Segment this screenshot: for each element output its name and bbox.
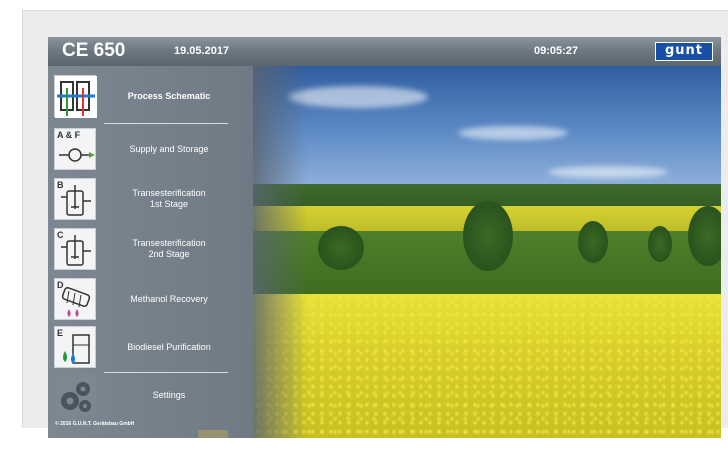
- copyright-text: © 2016 G.U.N.T. Gerätebau GmbH: [55, 421, 135, 427]
- menu-item-methanol-recovery[interactable]: D Methanol Recovery: [48, 276, 238, 322]
- menu-label: Supply and Storage: [129, 143, 209, 154]
- methanol-recovery-icon: D: [54, 278, 96, 320]
- transesterification-2-icon: C: [54, 228, 96, 270]
- navigation-sidebar: Process Schematic A & F Supply and Stora…: [48, 66, 253, 438]
- menu-label: Process Schematic: [127, 90, 211, 101]
- menu-label: Settings: [152, 389, 186, 400]
- panel-handle[interactable]: [198, 430, 228, 438]
- gears-icon: [54, 374, 96, 416]
- supply-storage-icon: A & F: [54, 128, 96, 170]
- transesterification-1-icon: B: [54, 178, 96, 220]
- menu-label: Biodiesel Purification: [127, 341, 211, 352]
- main-content: Process Schematic A & F Supply and Stora…: [48, 66, 721, 438]
- process-schematic-icon: [54, 75, 97, 118]
- menu-label: Transesterification 2nd Stage: [132, 238, 206, 259]
- menu-item-settings[interactable]: Settings: [48, 372, 238, 418]
- menu-item-transesterification-2[interactable]: C Transesterification 2nd Stage: [48, 226, 238, 272]
- date-display: 19.05.2017: [174, 45, 230, 57]
- menu-item-transesterification-1[interactable]: B Transesterification 1st Stage: [48, 176, 238, 222]
- time-display: 09:05:27: [534, 45, 579, 57]
- menu-label: Transesterification 1st Stage: [132, 188, 206, 209]
- biodiesel-purification-icon: E: [54, 326, 96, 368]
- gunt-logo: gunt: [655, 42, 713, 61]
- title-bar: CE 650 19.05.2017 09:05:27 gunt: [48, 37, 721, 66]
- background-landscape-image: [248, 66, 721, 438]
- menu-item-supply-storage[interactable]: A & F Supply and Storage: [48, 126, 238, 172]
- menu-item-biodiesel-purification[interactable]: E Biodiesel Purification: [48, 324, 238, 370]
- menu-label: Methanol Recovery: [130, 293, 208, 304]
- menu-item-process-schematic[interactable]: Process Schematic: [48, 73, 238, 119]
- app-title: CE 650: [62, 40, 126, 61]
- hmi-screen: CE 650 19.05.2017 09:05:27 gunt Process …: [48, 37, 721, 438]
- menu-separator: [104, 123, 228, 124]
